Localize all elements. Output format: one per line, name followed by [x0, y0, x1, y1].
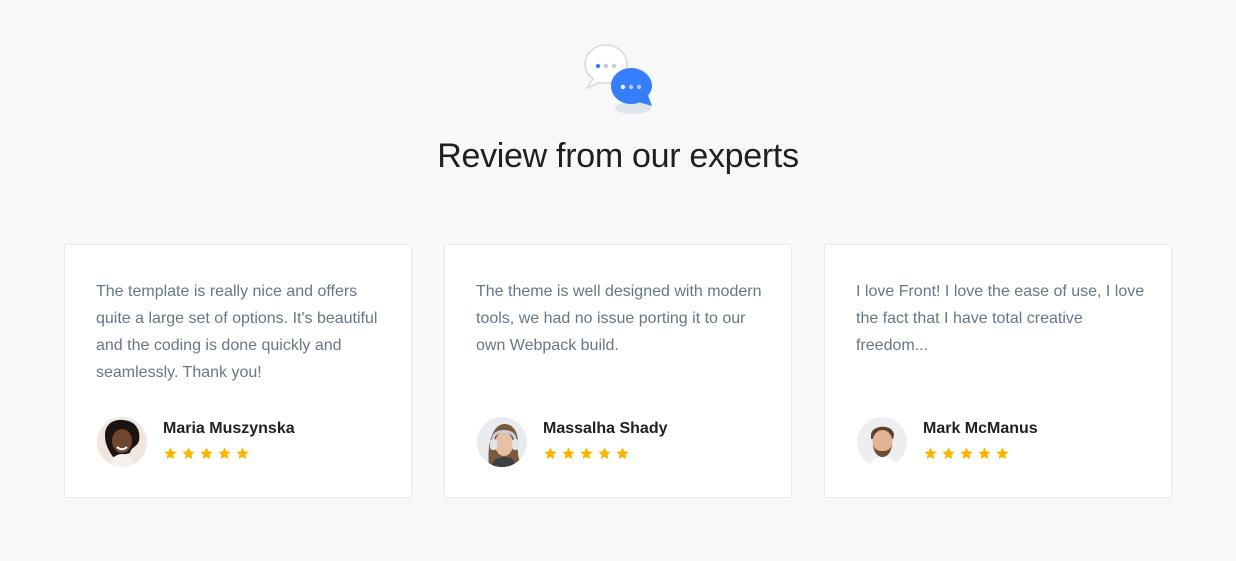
- star-icon: [598, 447, 611, 460]
- review-card: The template is really nice and offers q…: [64, 244, 412, 498]
- star-icon: [960, 447, 973, 460]
- review-quote: I love Front! I love the ease of use, I …: [856, 283, 1145, 354]
- star-icon: [616, 447, 629, 460]
- star-icon: [924, 447, 937, 460]
- review-quote: The theme is well designed with modern t…: [476, 283, 762, 354]
- star-icon: [942, 447, 955, 460]
- reviewer-name: Massalha Shady: [543, 420, 668, 437]
- star-icon: [562, 447, 575, 460]
- star-icon: [236, 447, 249, 460]
- reviewer-name: Maria Muszynska: [163, 420, 295, 437]
- rating-stars: [163, 446, 250, 462]
- star-icon: [200, 447, 213, 460]
- star-icon: [996, 447, 1009, 460]
- star-icon: [182, 447, 195, 460]
- review-quote: The template is really nice and offers q…: [96, 283, 378, 381]
- star-icon: [218, 447, 231, 460]
- star-icon: [544, 447, 557, 460]
- avatar: [857, 417, 907, 467]
- star-icon: [978, 447, 991, 460]
- avatar: [97, 417, 147, 467]
- section-title: Review from our experts: [437, 137, 799, 175]
- reviewer-name: Mark McManus: [923, 420, 1038, 437]
- chat-bubbles-icon: [583, 44, 655, 116]
- review-card: I love Front! I love the ease of use, I …: [824, 244, 1172, 498]
- star-icon: [164, 447, 177, 460]
- review-card: The theme is well designed with modern t…: [444, 244, 792, 498]
- rating-stars: [923, 446, 1010, 462]
- rating-stars: [543, 446, 630, 462]
- avatar: [477, 417, 527, 467]
- star-icon: [580, 447, 593, 460]
